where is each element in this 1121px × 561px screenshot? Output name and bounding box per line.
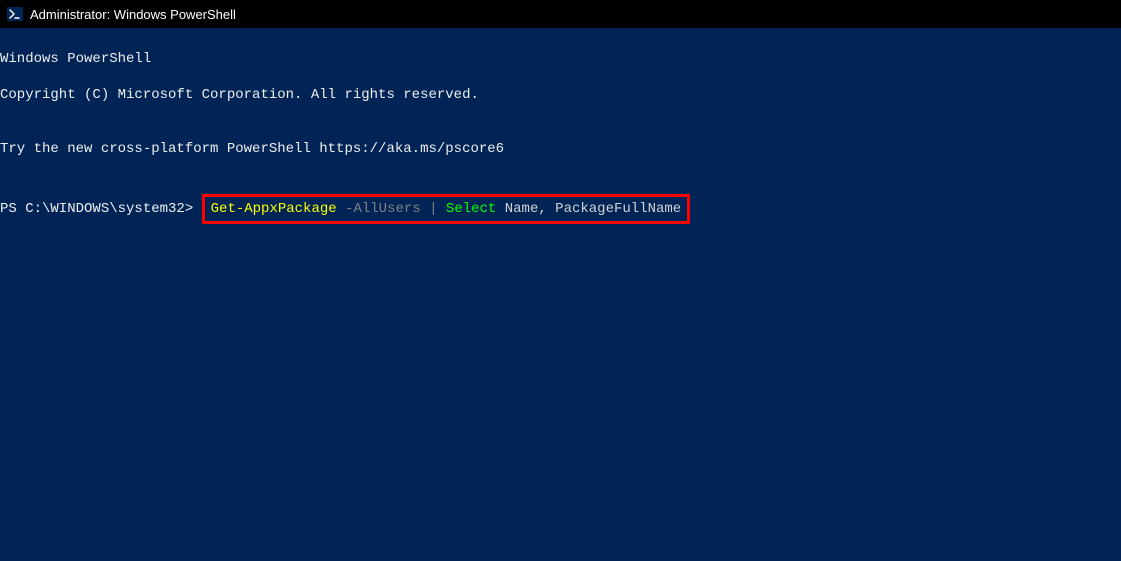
- token-space: [547, 200, 555, 218]
- token-space: [438, 200, 446, 218]
- prompt-line[interactable]: PS C:\WINDOWS\system32> Get-AppxPackage …: [0, 194, 1121, 224]
- terminal-area[interactable]: Windows PowerShell Copyright (C) Microso…: [0, 28, 1121, 561]
- window-title: Administrator: Windows PowerShell: [30, 7, 236, 22]
- token-space: [496, 200, 504, 218]
- token-arg-name: Name: [505, 200, 539, 218]
- token-pipe: |: [429, 200, 437, 218]
- powershell-icon: [6, 5, 24, 23]
- token-param: -AllUsers: [345, 200, 421, 218]
- banner-line-2: Copyright (C) Microsoft Corporation. All…: [0, 86, 1121, 104]
- command-highlight: Get-AppxPackage -AllUsers | Select Name,…: [202, 194, 691, 224]
- banner-line-1: Windows PowerShell: [0, 50, 1121, 68]
- token-space: [421, 200, 429, 218]
- token-comma: ,: [538, 200, 546, 218]
- window-titlebar[interactable]: Administrator: Windows PowerShell: [0, 0, 1121, 28]
- token-cmdlet: Get-AppxPackage: [211, 200, 337, 218]
- token-space: [337, 200, 345, 218]
- token-select: Select: [446, 200, 496, 218]
- prompt-path: PS C:\WINDOWS\system32>: [0, 200, 202, 218]
- tip-line: Try the new cross-platform PowerShell ht…: [0, 140, 1121, 158]
- token-arg-packagefullname: PackageFullName: [555, 200, 681, 218]
